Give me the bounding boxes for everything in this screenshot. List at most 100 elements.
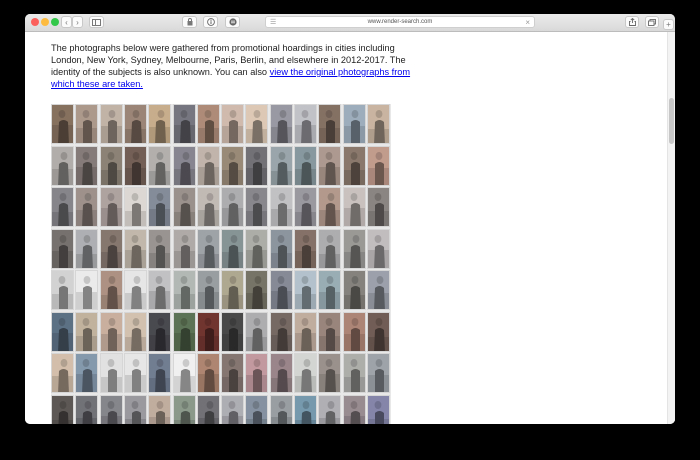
- photo-thumbnail[interactable]: [75, 311, 99, 352]
- photo-thumbnail[interactable]: [342, 353, 366, 393]
- share-button[interactable]: [625, 16, 639, 28]
- photo-thumbnail[interactable]: [123, 270, 147, 310]
- photo-thumbnail[interactable]: [123, 353, 147, 393]
- back-button[interactable]: ‹: [61, 16, 72, 28]
- photo-thumbnail[interactable]: [172, 311, 196, 352]
- info-button[interactable]: [203, 16, 218, 28]
- photo-thumbnail[interactable]: [99, 104, 123, 144]
- zoom-window-button[interactable]: [51, 18, 59, 26]
- scrollbar-thumb[interactable]: [669, 98, 674, 144]
- photo-thumbnail[interactable]: [318, 394, 342, 424]
- photo-thumbnail[interactable]: [221, 187, 245, 227]
- photo-thumbnail[interactable]: [366, 394, 390, 424]
- photo-thumbnail[interactable]: [318, 228, 342, 269]
- private-button[interactable]: [182, 16, 197, 28]
- photo-thumbnail[interactable]: [99, 145, 123, 186]
- photo-thumbnail[interactable]: [269, 270, 293, 310]
- photo-thumbnail[interactable]: [51, 145, 74, 186]
- photo-thumbnail[interactable]: [294, 270, 317, 310]
- photo-thumbnail[interactable]: [196, 311, 220, 352]
- photo-thumbnail[interactable]: [172, 270, 196, 310]
- photo-thumbnail[interactable]: [99, 187, 123, 227]
- photo-thumbnail[interactable]: [366, 145, 390, 186]
- photo-thumbnail[interactable]: [245, 145, 269, 186]
- photo-thumbnail[interactable]: [196, 394, 220, 424]
- photo-thumbnail[interactable]: [148, 311, 172, 352]
- photo-thumbnail[interactable]: [294, 311, 317, 352]
- photo-thumbnail[interactable]: [51, 104, 74, 144]
- photo-thumbnail[interactable]: [366, 311, 390, 352]
- photo-thumbnail[interactable]: [172, 228, 196, 269]
- photo-thumbnail[interactable]: [245, 353, 269, 393]
- forward-button[interactable]: ›: [72, 16, 83, 28]
- photo-thumbnail[interactable]: [366, 104, 390, 144]
- photo-thumbnail[interactable]: [148, 228, 172, 269]
- photo-thumbnail[interactable]: [342, 104, 366, 144]
- photo-thumbnail[interactable]: [269, 104, 293, 144]
- photo-thumbnail[interactable]: [75, 228, 99, 269]
- photo-thumbnail[interactable]: [148, 394, 172, 424]
- minimize-window-button[interactable]: [41, 18, 49, 26]
- photo-thumbnail[interactable]: [99, 311, 123, 352]
- tabs-button[interactable]: [645, 16, 659, 28]
- photo-thumbnail[interactable]: [75, 353, 99, 393]
- photo-thumbnail[interactable]: [123, 145, 147, 186]
- photo-thumbnail[interactable]: [75, 187, 99, 227]
- photo-thumbnail[interactable]: [342, 145, 366, 186]
- photo-thumbnail[interactable]: [148, 187, 172, 227]
- photo-thumbnail[interactable]: [221, 394, 245, 424]
- photo-thumbnail[interactable]: [294, 104, 317, 144]
- photo-thumbnail[interactable]: [123, 311, 147, 352]
- photo-thumbnail[interactable]: [51, 270, 74, 310]
- photo-thumbnail[interactable]: [221, 270, 245, 310]
- photo-thumbnail[interactable]: [172, 187, 196, 227]
- photo-thumbnail[interactable]: [196, 187, 220, 227]
- photo-thumbnail[interactable]: [196, 104, 220, 144]
- photo-thumbnail[interactable]: [294, 145, 317, 186]
- photo-thumbnail[interactable]: [148, 145, 172, 186]
- photo-thumbnail[interactable]: [245, 270, 269, 310]
- photo-thumbnail[interactable]: [172, 104, 196, 144]
- photo-thumbnail[interactable]: [99, 353, 123, 393]
- photo-thumbnail[interactable]: [148, 353, 172, 393]
- photo-thumbnail[interactable]: [196, 228, 220, 269]
- photo-thumbnail[interactable]: [123, 187, 147, 227]
- new-tab-button[interactable]: +: [663, 19, 674, 30]
- photo-thumbnail[interactable]: [221, 104, 245, 144]
- photo-thumbnail[interactable]: [269, 145, 293, 186]
- photo-thumbnail[interactable]: [221, 353, 245, 393]
- photo-thumbnail[interactable]: [221, 145, 245, 186]
- photo-thumbnail[interactable]: [342, 228, 366, 269]
- photo-thumbnail[interactable]: [99, 270, 123, 310]
- vertical-scrollbar[interactable]: [667, 32, 675, 424]
- photo-thumbnail[interactable]: [294, 394, 317, 424]
- photo-thumbnail[interactable]: [221, 228, 245, 269]
- photo-thumbnail[interactable]: [318, 270, 342, 310]
- reader-button[interactable]: [225, 16, 240, 28]
- photo-thumbnail[interactable]: [269, 228, 293, 269]
- photo-thumbnail[interactable]: [245, 311, 269, 352]
- photo-thumbnail[interactable]: [196, 270, 220, 310]
- photo-thumbnail[interactable]: [75, 104, 99, 144]
- photo-thumbnail[interactable]: [342, 311, 366, 352]
- photo-thumbnail[interactable]: [245, 228, 269, 269]
- photo-thumbnail[interactable]: [196, 353, 220, 393]
- photo-thumbnail[interactable]: [51, 353, 74, 393]
- photo-thumbnail[interactable]: [318, 145, 342, 186]
- photo-thumbnail[interactable]: [172, 353, 196, 393]
- photo-thumbnail[interactable]: [269, 187, 293, 227]
- photo-thumbnail[interactable]: [294, 353, 317, 393]
- photo-thumbnail[interactable]: [318, 353, 342, 393]
- photo-thumbnail[interactable]: [366, 228, 390, 269]
- photo-thumbnail[interactable]: [318, 187, 342, 227]
- photo-thumbnail[interactable]: [123, 104, 147, 144]
- sidebar-button[interactable]: [89, 16, 104, 28]
- photo-thumbnail[interactable]: [51, 228, 74, 269]
- photo-thumbnail[interactable]: [196, 145, 220, 186]
- photo-thumbnail[interactable]: [269, 311, 293, 352]
- photo-thumbnail[interactable]: [148, 270, 172, 310]
- photo-thumbnail[interactable]: [342, 270, 366, 310]
- close-window-button[interactable]: [31, 18, 39, 26]
- photo-thumbnail[interactable]: [269, 353, 293, 393]
- photo-thumbnail[interactable]: [99, 228, 123, 269]
